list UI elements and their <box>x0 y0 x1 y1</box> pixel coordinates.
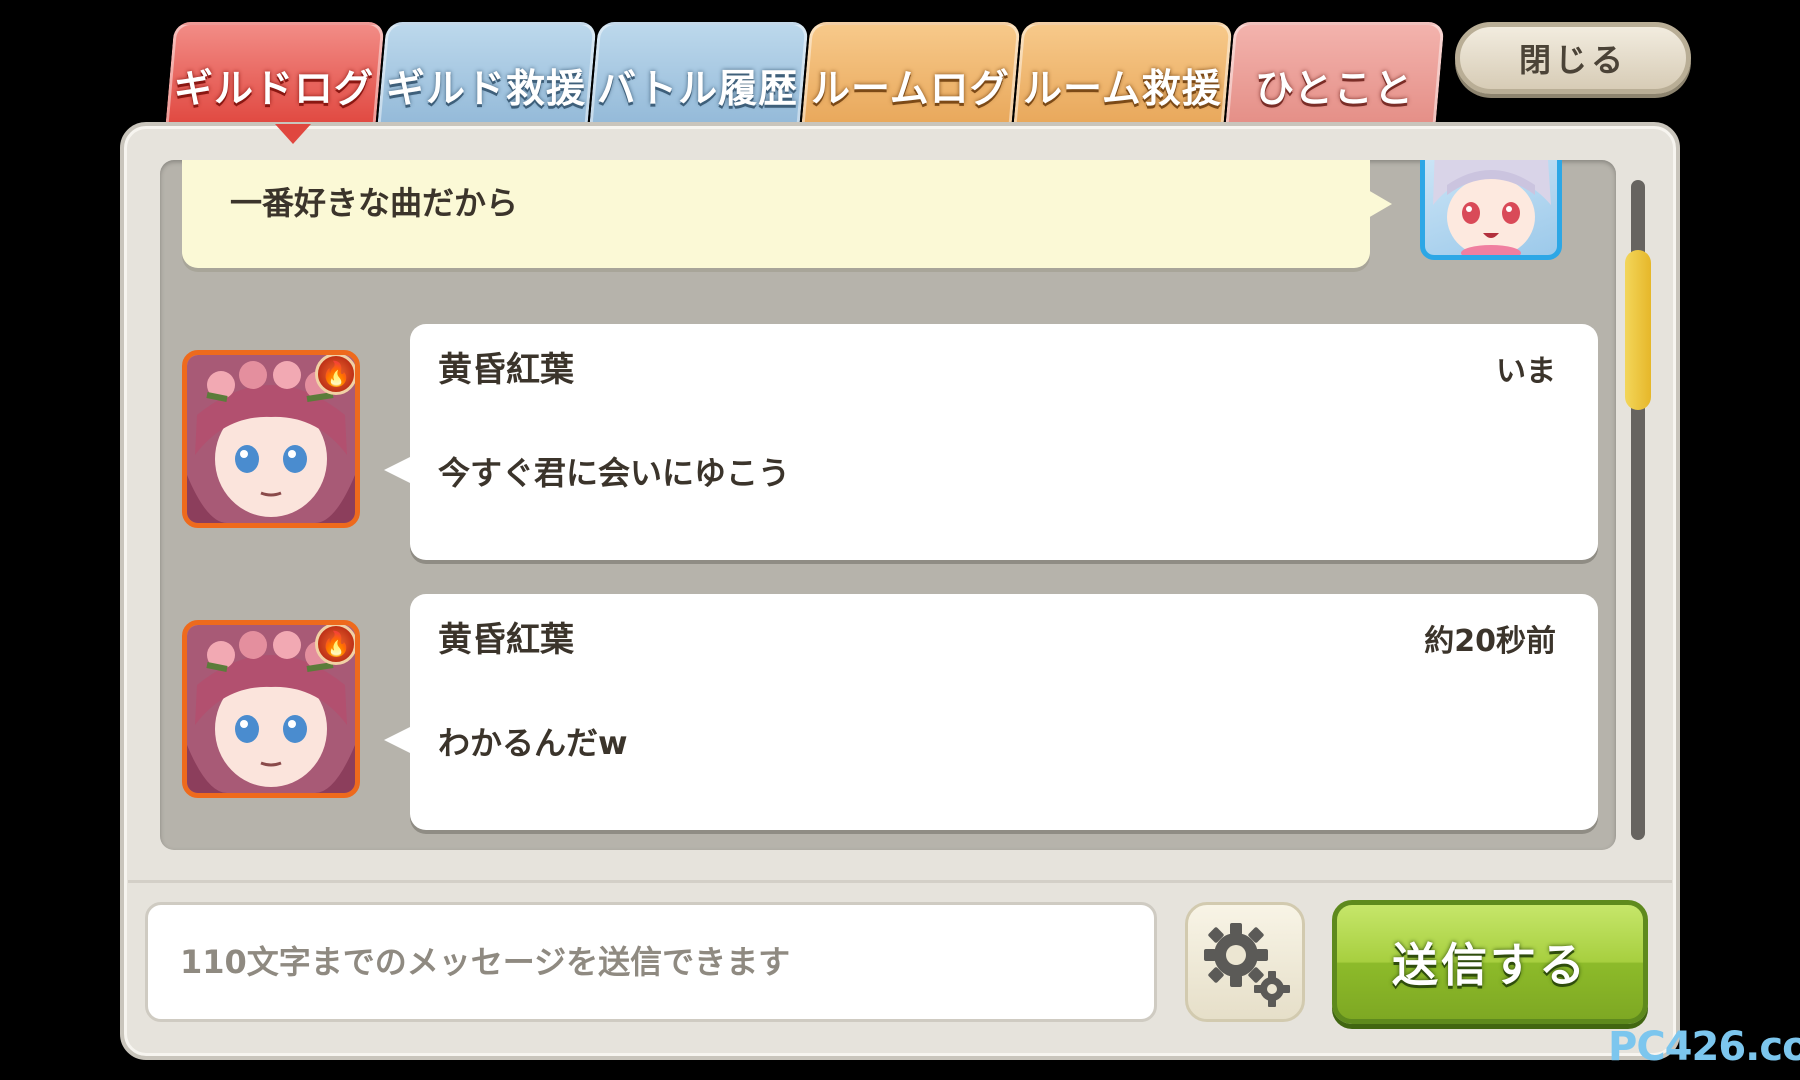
scrollbar-thumb[interactable] <box>1625 250 1651 410</box>
message-text: わかるんだw <box>438 724 628 762</box>
tab-label: ギルド救援 <box>385 66 586 112</box>
message-text: 一番好きな曲だから <box>230 184 519 222</box>
own-message-bubble: 一番好きな曲だから <box>182 160 1392 268</box>
chat-scrollbar[interactable] <box>1625 180 1651 840</box>
tab-battle-history[interactable]: バトル履歴 <box>589 22 809 126</box>
message-time: 約20秒前 <box>1424 624 1556 659</box>
tab-guild-rescue[interactable]: ギルド救援 <box>377 22 597 126</box>
tab-label: ルーム救援 <box>1022 66 1222 112</box>
close-label: 閉じる <box>1518 41 1627 79</box>
settings-button[interactable] <box>1185 902 1305 1022</box>
tab-label: ルームログ <box>810 66 1010 112</box>
close-button[interactable]: 閉じる <box>1455 22 1691 94</box>
user-avatar[interactable]: 🔥 <box>182 350 360 528</box>
own-avatar[interactable] <box>1420 160 1562 260</box>
tab-label: バトル履歴 <box>597 66 799 112</box>
tab-hitokoto[interactable]: ひとこと <box>1225 22 1445 126</box>
fire-element-icon: 🔥 <box>315 355 355 395</box>
chat-log[interactable]: 一番好きな曲だから 🔥 黄昏紅葉 いま 今すぐ君に会いにゆこう 🔥 黄昏紅葉 約… <box>160 160 1616 850</box>
tab-room-rescue[interactable]: ルーム救援 <box>1013 22 1233 126</box>
tab-guild-log[interactable]: ギルドログ <box>165 22 385 126</box>
sender-name: 黄昏紅葉 <box>438 350 574 390</box>
message-input[interactable] <box>145 902 1157 1022</box>
fire-element-icon: 🔥 <box>315 625 355 665</box>
message-bubble: 黄昏紅葉 約20秒前 わかるんだw <box>384 594 1598 830</box>
tab-label: ひとこと <box>1254 66 1414 112</box>
gear-icon <box>1204 923 1290 1007</box>
sender-name: 黄昏紅葉 <box>438 620 574 660</box>
user-avatar[interactable]: 🔥 <box>182 620 360 798</box>
watermark-logo: PC426.com <box>1608 1024 1800 1070</box>
message-time: いま <box>1496 354 1556 389</box>
active-tab-pointer <box>275 124 311 144</box>
divider <box>128 880 1672 883</box>
send-button[interactable]: 送信する <box>1332 900 1648 1024</box>
message-text: 今すぐ君に会いにゆこう <box>438 454 791 492</box>
character-portrait-icon <box>1433 160 1551 255</box>
message-bubble: 黄昏紅葉 いま 今すぐ君に会いにゆこう <box>384 324 1598 560</box>
tab-label: ギルドログ <box>173 66 374 112</box>
tab-room-log[interactable]: ルームログ <box>801 22 1021 126</box>
send-label: 送信する <box>1392 938 1588 992</box>
